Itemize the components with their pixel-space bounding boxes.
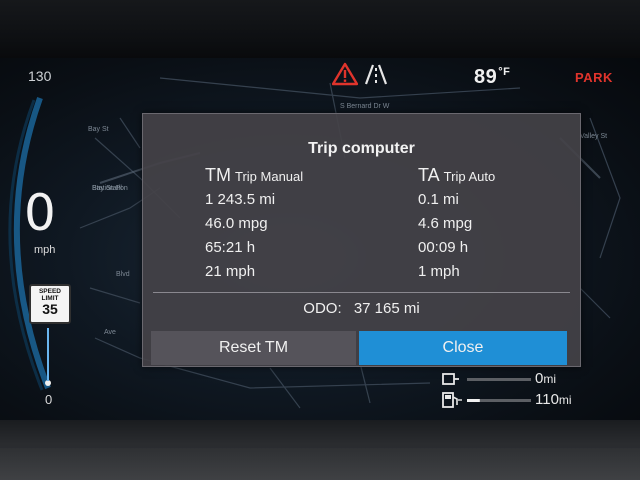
close-button[interactable]: Close [359, 331, 567, 365]
trip-auto-economy: 4.6 mpg [418, 215, 473, 232]
dialog-title: Trip computer [308, 140, 415, 157]
speedometer-arc [8, 96, 51, 391]
temperature-unit: °F [498, 66, 511, 78]
electric-range-bar [467, 378, 531, 381]
charging-plug-icon [442, 373, 459, 385]
current-speed: 0 [24, 184, 56, 242]
reset-tm-button[interactable]: Reset TM [151, 331, 356, 365]
trip-auto-distance: 0.1 mi [418, 191, 459, 208]
fuel-pump-icon [442, 392, 462, 408]
instrument-cluster: Bay St Station Pl Blvd Ave S Bernard Dr … [0, 0, 640, 480]
trip-auto-column: TA Trip Auto 0.1 mi 4.6 mpg 00:09 h 1 mph [418, 164, 495, 284]
temperature-value: 89 [474, 66, 498, 88]
map-road [359, 362, 371, 404]
speed-unit: mph [34, 244, 56, 256]
outside-temperature: 89°F [474, 66, 510, 92]
speed-limit-value: 35 [42, 301, 58, 317]
map-street-label: Valley St [580, 133, 607, 140]
map-road [579, 287, 611, 319]
fuel-range-readout: 110mi [535, 391, 572, 408]
speed-limit-label: SPEED LIMIT [38, 288, 62, 302]
trip-manual-avg-speed: 21 mph [205, 263, 256, 280]
top-bezel [0, 0, 640, 58]
electric-range-unit: mi [543, 372, 557, 386]
trip-manual-name: Trip Manual [235, 169, 304, 184]
speed-limit-sign: SPEED LIMIT 35 [29, 284, 71, 324]
electric-range-readout: 0mi [535, 370, 556, 387]
map-road [269, 367, 301, 409]
trip-manual-column: TM Trip Manual 1 243.5 mi 46.0 mpg 65:21 … [205, 164, 303, 284]
warning-triangle-icon [332, 62, 358, 86]
trip-computer-dialog: Trip computer TM Trip Manual 1 243.5 mi 4… [142, 113, 581, 367]
trip-manual-abbr: TM [205, 165, 231, 185]
gear-indicator: PARK [575, 70, 613, 85]
speed-scale-min: 0 [45, 392, 53, 407]
odometer-label: ODO: [303, 300, 342, 317]
trip-auto-avg-speed: 1 mph [418, 263, 460, 280]
map-street-label: S Bernard Dr W [340, 103, 390, 110]
trip-manual-economy: 46.0 mpg [205, 215, 268, 232]
lane-departure-icon [364, 64, 388, 85]
fuel-range-unit: mi [558, 393, 572, 407]
trip-manual-header: TM Trip Manual [205, 164, 303, 188]
trip-manual-time: 65:21 h [205, 239, 256, 256]
fuel-range-bar [467, 399, 531, 402]
trip-auto-header: TA Trip Auto [418, 164, 495, 188]
dialog-divider [153, 292, 570, 293]
trip-manual-distance: 1 243.5 mi [205, 191, 276, 208]
fuel-range-value: 110 [535, 391, 559, 408]
speed-scale-max: 130 [28, 68, 52, 84]
trip-auto-time: 00:09 h [418, 239, 469, 256]
trip-auto-abbr: TA [418, 165, 440, 185]
dashboard-trim [0, 448, 640, 480]
odometer-value: 37 165 mi [353, 300, 420, 317]
trip-auto-name: Trip Auto [443, 169, 496, 184]
odometer: ODO: 37 165 mi [143, 300, 580, 317]
map-road [119, 117, 141, 149]
